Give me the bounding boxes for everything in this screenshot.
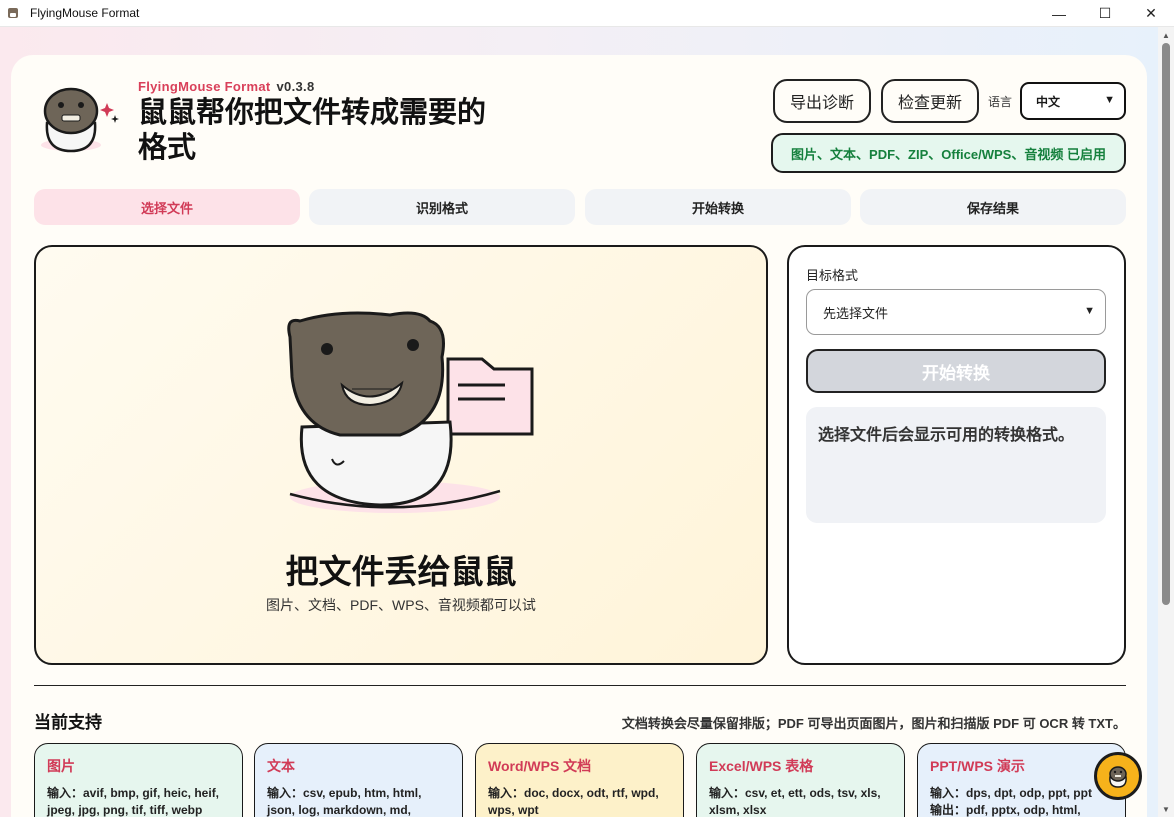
- window-titlebar: FlyingMouse Format — ☐ ✕: [0, 0, 1174, 27]
- chevron-down-icon: ▼: [1104, 94, 1115, 106]
- step-select-file[interactable]: 选择文件: [34, 189, 300, 225]
- format-card-text: 文本 输入：csv, epub, htm, html, json, log, m…: [254, 743, 463, 817]
- mascot-icon: [1109, 766, 1127, 788]
- app-icon: [8, 8, 18, 18]
- dropzone-title: 把文件丢给鼠鼠: [285, 553, 517, 590]
- vertical-scrollbar[interactable]: ▲ ▼: [1158, 27, 1174, 817]
- brand-line: FlyingMouse Format v0.3.8: [138, 79, 314, 94]
- format-card-title: 图片: [47, 758, 75, 774]
- step-start-convert[interactable]: 开始转换: [585, 189, 851, 225]
- format-card-line: 输入：doc, docx, odt, rtf, wpd,: [488, 786, 659, 800]
- window-title: FlyingMouse Format: [30, 6, 140, 20]
- chevron-down-icon: ▼: [1084, 305, 1095, 317]
- section-divider: [34, 685, 1126, 686]
- mascot-with-folder-illustration: [287, 311, 534, 513]
- target-format-label: 目标格式: [806, 268, 859, 283]
- language-label: 语言: [988, 95, 1013, 109]
- close-button[interactable]: ✕: [1128, 0, 1174, 27]
- support-title: 当前支持: [34, 713, 102, 732]
- minimize-button[interactable]: —: [1036, 0, 1082, 27]
- step-save-result[interactable]: 保存结果: [860, 189, 1126, 225]
- language-value: 中文: [1036, 94, 1061, 109]
- format-hint: 选择文件后会显示可用的转换格式。: [806, 407, 1106, 523]
- format-card-line: 输入：avif, bmp, gif, heic, heif,: [47, 786, 220, 800]
- maximize-button[interactable]: ☐: [1082, 0, 1128, 27]
- format-card-excel: Excel/WPS 表格 输入：csv, et, ett, ods, tsv, …: [696, 743, 905, 817]
- enabled-status-badge: 图片、文本、PDF、ZIP、Office/WPS、音视频 已启用: [771, 133, 1126, 173]
- start-convert-button[interactable]: 开始转换: [806, 349, 1106, 393]
- version-label: v0.3.8: [276, 79, 315, 94]
- target-format-value: 先选择文件: [823, 305, 889, 321]
- scroll-down-icon[interactable]: ▼: [1158, 801, 1174, 817]
- format-card-title: Word/WPS 文档: [488, 758, 592, 774]
- dropzone-subtitle: 图片、文档、PDF、WPS、音视频都可以试: [266, 597, 536, 613]
- folder-icon: [446, 357, 534, 436]
- brand-name: FlyingMouse Format: [138, 79, 271, 94]
- format-card-line: wps, wpt: [488, 803, 539, 817]
- step-detect-format[interactable]: 识别格式: [309, 189, 575, 225]
- scrollbar-thumb[interactable]: [1162, 43, 1170, 605]
- format-card-line: 输入：csv, epub, htm, html,: [267, 786, 422, 800]
- mascot-logo: [41, 87, 119, 153]
- format-card-line: xlsm, xlsx: [709, 803, 767, 817]
- format-card-title: Excel/WPS 表格: [709, 758, 814, 774]
- support-note: 文档转换会尽量保留排版；PDF 可导出页面图片，图片和扫描版 PDF 可 OCR…: [621, 716, 1126, 731]
- page-headline: 鼠鼠帮你把文件转成需要的格式: [138, 97, 487, 164]
- format-card-line: 输入：csv, et, ett, ods, tsv, xls,: [709, 786, 881, 800]
- export-diagnostics-button[interactable]: 导出诊断: [773, 79, 871, 123]
- format-card-title: PPT/WPS 演示: [930, 758, 1025, 774]
- format-card-line: jpeg, jpg, png, tif, tiff, webp: [47, 803, 203, 817]
- format-card-image: 图片 输入：avif, bmp, gif, heic, heif, jpeg, …: [34, 743, 243, 817]
- scroll-up-icon[interactable]: ▲: [1158, 27, 1174, 43]
- target-format-select[interactable]: 先选择文件 ▼: [806, 289, 1106, 335]
- format-card-line: json, log, markdown, md,: [267, 803, 412, 817]
- format-card-word: Word/WPS 文档 输入：doc, docx, odt, rtf, wpd,…: [475, 743, 684, 817]
- check-update-button[interactable]: 检查更新: [881, 79, 979, 123]
- format-card-line: 输入：dps, dpt, odp, ppt, ppt: [930, 786, 1092, 800]
- format-card-title: 文本: [267, 758, 295, 774]
- floating-mascot-button[interactable]: [1094, 752, 1142, 800]
- format-card-line: 输出：pdf, pptx, odp, html,: [930, 803, 1081, 817]
- language-select[interactable]: 中文 ▼: [1020, 82, 1126, 120]
